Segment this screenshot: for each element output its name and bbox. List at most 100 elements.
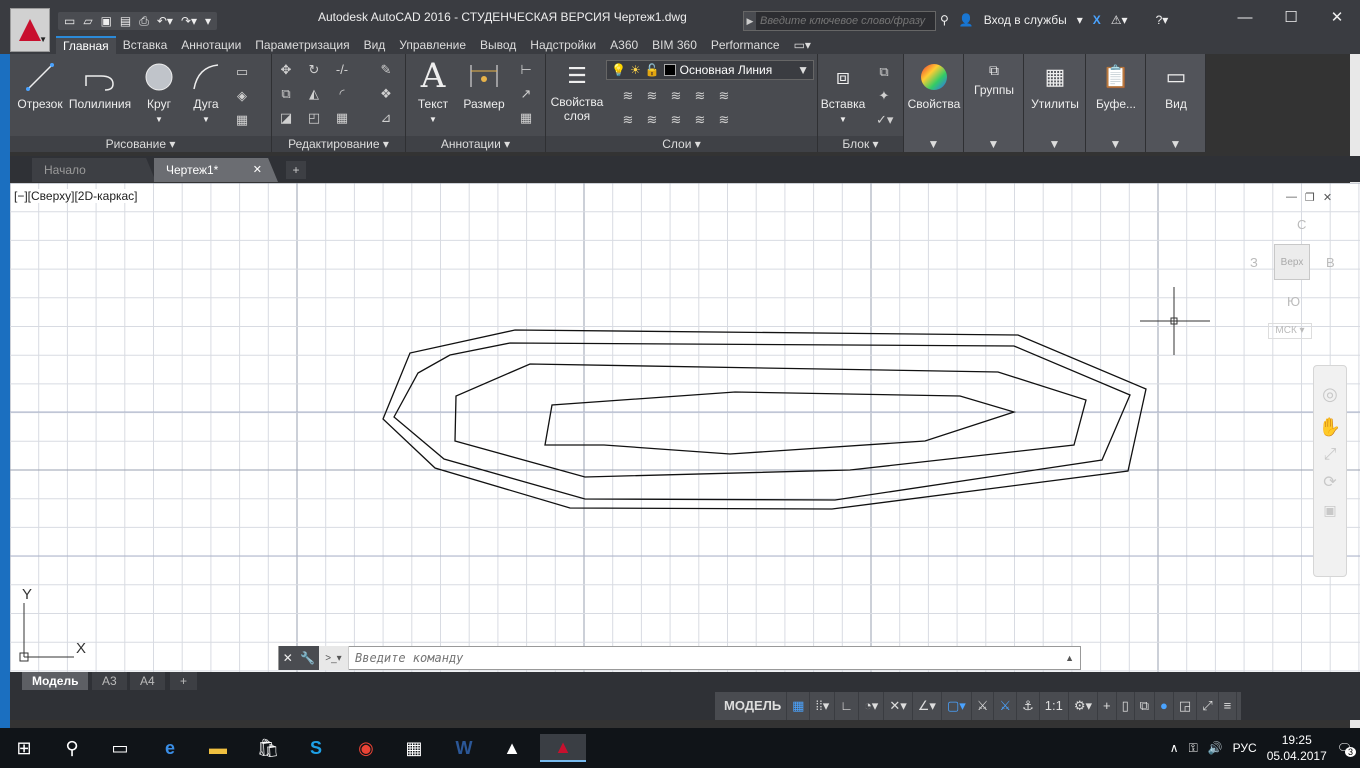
search-input[interactable] xyxy=(756,12,935,30)
print-icon[interactable]: ⎙ xyxy=(139,14,149,29)
clock[interactable]: 19:25 05.04.2017 xyxy=(1267,732,1327,764)
tab-model[interactable]: Модель xyxy=(22,672,89,690)
add-layout-button[interactable]: + xyxy=(170,672,198,690)
auto-scale-icon[interactable]: ⚔ xyxy=(994,692,1018,720)
layer-tool-2-icon[interactable]: ≋ xyxy=(644,88,660,104)
tab-drawing1[interactable]: Чертеж1* ✕ xyxy=(154,158,278,182)
minimize-icon[interactable]: — xyxy=(1286,191,1297,204)
layer-tool-10-icon[interactable]: ≋ xyxy=(716,112,732,128)
notifications-icon[interactable]: 🗨 3 xyxy=(1337,741,1356,757)
pan-hand-icon[interactable]: ✋ xyxy=(1314,417,1346,438)
application-menu-button[interactable]: ▼ xyxy=(10,8,50,52)
tab-home[interactable]: Главная xyxy=(56,36,116,54)
arc-tool[interactable]: Дуга ▼ xyxy=(184,60,228,125)
stretch-icon[interactable]: ◪ xyxy=(278,110,294,126)
ribbon-toggle-icon[interactable]: ▭▾ xyxy=(787,36,818,54)
chevron-up-icon[interactable]: ∧ xyxy=(1170,741,1179,755)
skype-icon[interactable]: S xyxy=(302,734,330,762)
move-icon[interactable]: ✥ xyxy=(278,62,294,78)
mirror-icon[interactable]: ◭ xyxy=(306,86,322,102)
task-view-icon[interactable]: ▭ xyxy=(106,734,134,762)
viewcube-north[interactable]: С xyxy=(1297,217,1306,232)
panel-title-annotation[interactable]: Аннотации ▾ xyxy=(406,136,545,152)
new-file-icon[interactable]: ▭ xyxy=(64,14,75,28)
viewcube-west[interactable]: З xyxy=(1250,255,1258,270)
fillet-icon[interactable]: ◜ xyxy=(334,86,350,102)
minimize-icon[interactable]: — xyxy=(1222,0,1268,34)
annotation-visibility-icon[interactable]: ⚔ xyxy=(972,692,995,720)
save-icon[interactable]: ▣ xyxy=(101,14,112,28)
create-block-icon[interactable]: ⧉ xyxy=(876,64,892,80)
close-icon[interactable]: ✕ xyxy=(1323,191,1332,204)
search-icon[interactable]: ⚲ xyxy=(58,734,86,762)
autocad-taskbar-icon[interactable]: ▲ xyxy=(540,734,586,762)
array-icon[interactable]: ▦ xyxy=(334,110,350,126)
command-line-grip[interactable]: ✕ 🔧 xyxy=(279,646,319,670)
explode-icon[interactable]: ❖ xyxy=(378,86,394,102)
tab-annotate[interactable]: Аннотации xyxy=(174,36,248,54)
quick-properties-icon[interactable]: ▯ xyxy=(1117,692,1135,720)
maximize-icon[interactable]: ☐ xyxy=(1268,0,1314,34)
tab-insert[interactable]: Вставка xyxy=(116,36,175,54)
chevron-up-icon[interactable]: ▲ xyxy=(1059,653,1080,663)
steering-wheel-icon[interactable]: ◎ xyxy=(1314,384,1346,405)
gradient-icon[interactable]: ▦ xyxy=(234,112,250,128)
layer-properties-tool[interactable]: ☰ Свойства слоя xyxy=(548,60,606,123)
windows-start-icon[interactable]: ⊞ xyxy=(10,734,38,762)
file-explorer-icon[interactable]: ▬ xyxy=(204,734,232,762)
tab-output[interactable]: Вывод xyxy=(473,36,523,54)
snap-icon[interactable]: ⁞⁞▾ xyxy=(810,692,836,720)
layer-tool-7-icon[interactable]: ≋ xyxy=(644,112,660,128)
panel-title-draw[interactable]: Рисование ▾ xyxy=(10,136,271,152)
edge-icon[interactable]: e xyxy=(156,734,184,762)
copy-icon[interactable]: ⧉ xyxy=(278,86,294,102)
plus-icon[interactable]: + xyxy=(1098,692,1117,720)
layer-tool-1-icon[interactable]: ≋ xyxy=(620,88,636,104)
isolate-icon[interactable]: ● xyxy=(1155,692,1174,720)
panel-title-modify[interactable]: Редактирование ▾ xyxy=(272,136,405,152)
wrench-icon[interactable]: 🔧 xyxy=(300,651,315,665)
panel-properties[interactable]: Свойства ▼ xyxy=(904,54,964,152)
polar-icon[interactable]: ◔▾ xyxy=(859,692,885,720)
panel-title-layers[interactable]: Слои ▾ xyxy=(546,136,817,152)
chevron-down-icon[interactable]: ▼ xyxy=(1086,136,1145,152)
leader-icon[interactable]: ↗ xyxy=(518,86,534,102)
viewcube-south[interactable]: Ю xyxy=(1287,294,1300,309)
tab-start[interactable]: Начало xyxy=(32,158,156,182)
trim-icon[interactable]: -/- xyxy=(334,62,350,78)
panel-view[interactable]: ▭ Вид ▼ xyxy=(1146,54,1206,152)
rectangle-icon[interactable]: ▭ xyxy=(234,64,250,80)
command-input[interactable] xyxy=(349,651,1060,665)
viewcube-top-face[interactable]: Верх xyxy=(1274,244,1310,280)
new-tab-button[interactable]: + xyxy=(286,161,306,179)
redo-icon[interactable]: ↷▾ xyxy=(181,14,197,28)
erase-icon[interactable]: ✎ xyxy=(378,62,394,78)
model-space-button[interactable]: МОДЕЛЬ xyxy=(719,692,788,720)
login-button[interactable]: Вход в службы xyxy=(984,13,1067,27)
exchange-icon[interactable]: X xyxy=(1093,13,1101,27)
panel-clipboard[interactable]: 📋 Буфе... ▼ xyxy=(1086,54,1146,152)
attribute-icon[interactable]: ✓▾ xyxy=(876,112,893,128)
network-icon[interactable]: ⚿ xyxy=(1189,741,1198,756)
a360-icon[interactable]: ⚠▾ xyxy=(1111,13,1128,27)
fullscreen-icon[interactable]: ⤢ xyxy=(1197,692,1219,720)
tab-bim360[interactable]: BIM 360 xyxy=(645,36,704,54)
panel-groups[interactable]: ⧉ Группы ▼ xyxy=(964,54,1024,152)
insert-block-tool[interactable]: ⧈ Вставка ▼ xyxy=(820,60,866,125)
chevron-down-icon[interactable]: ▼ xyxy=(904,136,963,152)
command-prompt-icon[interactable]: >_▾ xyxy=(319,646,349,670)
gear-icon[interactable]: ⚙▾ xyxy=(1069,692,1098,720)
drawing-viewport[interactable]: [−][Сверху][2D-каркас] Y X — ❐ ✕ С Верх … xyxy=(10,183,1360,672)
language-indicator[interactable]: РУС xyxy=(1233,741,1257,755)
customize-toolbar-icon[interactable]: ▾ xyxy=(205,14,211,28)
grid-icon[interactable]: ▦ xyxy=(787,692,811,720)
user-icon[interactable]: 👤 xyxy=(959,13,974,27)
tab-layout-a3[interactable]: A3 xyxy=(92,672,127,690)
undo-icon[interactable]: ↶▾ xyxy=(157,14,173,28)
binoculars-icon[interactable]: ⚲ xyxy=(940,13,949,27)
annotation-scale-icon[interactable]: ⚓ xyxy=(1017,692,1040,720)
volume-icon[interactable]: 🔊 xyxy=(1208,741,1223,755)
ortho-icon[interactable]: ∟ xyxy=(835,692,859,720)
chevron-down-icon[interactable]: ▼ xyxy=(1024,136,1085,152)
annotation-scale-value[interactable]: 1:1 xyxy=(1040,692,1069,720)
